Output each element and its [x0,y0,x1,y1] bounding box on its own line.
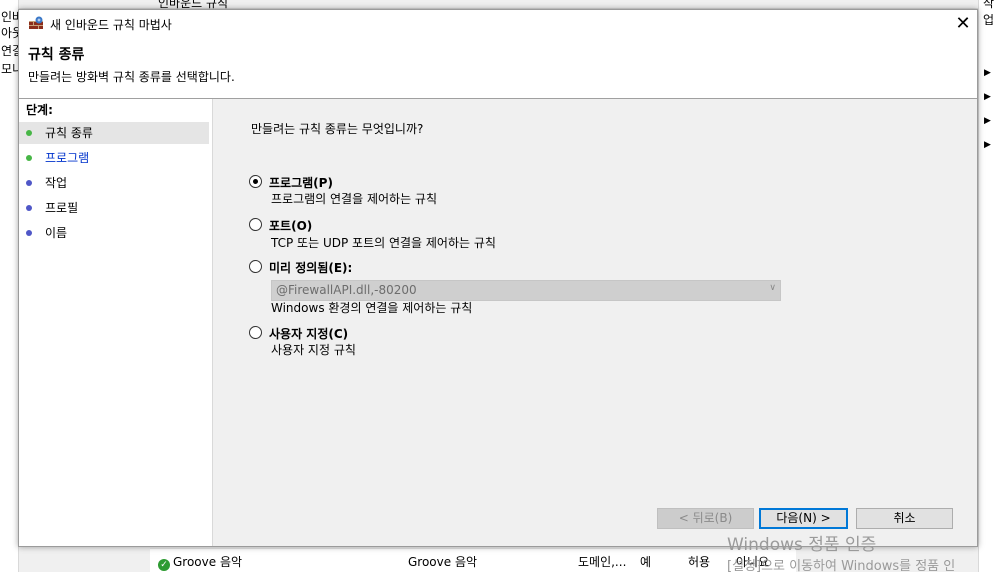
step-label: 규칙 종류 [45,126,93,140]
chevron-down-icon: ∨ [769,283,776,293]
radio-program[interactable] [249,175,262,188]
radio-predefined[interactable] [249,260,262,273]
background-left-pane [0,0,19,572]
rule-action-cell: 허용 [688,555,711,569]
steps-panel: 단계: 규칙 종류 프로그램 작업 프로필 이름 [19,99,213,546]
step-status-icon [26,205,32,211]
steps-title: 단계: [26,103,53,117]
option-program-desc: 프로그램의 연결을 제어하는 규칙 [271,192,438,206]
dialog-titlebar[interactable]: 새 인바운드 규칙 마법사 ✕ [19,10,977,38]
radio-port[interactable] [249,218,262,231]
chevron-right-icon[interactable]: ▶ [984,116,991,126]
step-rule-type[interactable]: 규칙 종류 [19,122,209,144]
option-port-desc: TCP 또는 UDP 포트의 연결을 제어하는 규칙 [271,236,496,250]
option-predefined-label[interactable]: 미리 정의됨(E): [269,259,352,276]
step-action: 작업 [19,172,209,194]
step-status-icon [26,130,32,136]
step-status-icon [26,180,32,186]
page-description: 만들려는 방화벽 규칙 종류를 선택합니다. [28,70,235,84]
wizard-header: 규칙 종류 만들려는 방화벽 규칙 종류를 선택합니다. [19,38,977,99]
dialog-title: 새 인바운드 규칙 마법사 [50,18,172,32]
activation-watermark-title: Windows 정품 인증 [727,535,877,555]
option-custom-label[interactable]: 사용자 지정(C) [269,325,348,342]
rule-enabled-cell: 예 [640,555,652,569]
close-icon: ✕ [955,13,971,34]
rule-profile-cell: 도메인,... [578,555,627,569]
firewall-icon [29,16,43,29]
activation-watermark-text: [설정]으로 이동하여 Windows를 정품 인 [727,559,956,574]
chevron-right-icon[interactable]: ▶ [984,140,991,150]
predefined-select[interactable]: @FirewallAPI.dll,-80200 ∨ [271,280,781,301]
content-panel: 만들려는 규칙 종류는 무엇입니까? 프로그램(P) 프로그램의 연결을 제어하… [213,99,977,546]
step-name: 이름 [19,222,209,244]
step-program[interactable]: 프로그램 [19,147,209,169]
step-label: 작업 [45,176,68,190]
step-profile: 프로필 [19,197,209,219]
rule-group-cell: Groove 음악 [408,555,478,569]
step-status-icon [26,230,32,236]
table-row[interactable]: ✓ Groove 음악 Groove 음악 도메인,... 예 허용 아니요 [150,548,796,573]
background-top-bar: 인바운드 규칙 [0,0,996,10]
cancel-button[interactable]: 취소 [856,508,953,529]
back-button[interactable]: < 뒤로(B) [657,508,754,529]
background-actions-title: 작업 [983,0,995,27]
chevron-right-icon[interactable]: ▶ [984,68,991,78]
enabled-check-icon: ✓ [158,559,170,571]
predefined-select-value: @FirewallAPI.dll,-80200 [276,283,417,297]
step-label[interactable]: 프로그램 [45,147,89,169]
radio-custom[interactable] [249,326,262,339]
step-label: 프로필 [45,201,79,215]
step-label: 이름 [45,226,68,240]
question-text: 만들려는 규칙 종류는 무엇입니까? [251,122,424,136]
close-button[interactable]: ✕ [949,10,977,38]
step-status-icon [26,155,32,161]
option-program-label[interactable]: 프로그램(P) [269,174,333,191]
wizard-dialog: 새 인바운드 규칙 마법사 ✕ 규칙 종류 만들려는 방화벽 규칙 종류를 선택… [18,9,978,547]
option-predefined-desc: Windows 환경의 연결을 제어하는 규칙 [271,301,473,315]
chevron-right-icon[interactable]: ▶ [984,92,991,102]
page-title: 규칙 종류 [28,47,85,63]
option-custom-desc: 사용자 지정 규칙 [271,343,356,357]
rule-name-cell: ✓ Groove 음악 [158,553,242,571]
option-port-label[interactable]: 포트(O) [269,217,312,234]
background-actions-pane: 작업 [978,0,996,572]
next-button[interactable]: 다음(N) > [759,508,848,529]
